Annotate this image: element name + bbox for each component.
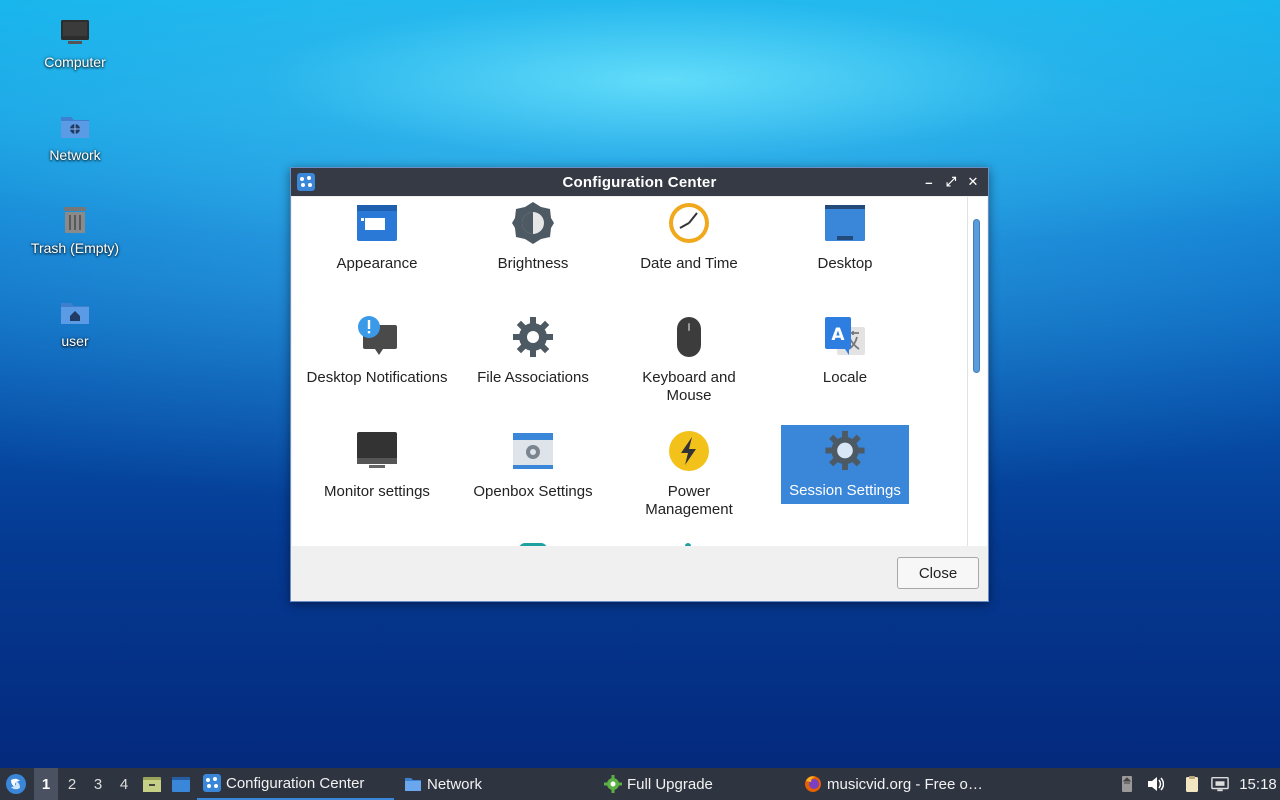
upgrade-gear-icon [604, 775, 622, 793]
folder-icon [405, 778, 421, 791]
openbox-settings-icon [513, 433, 553, 469]
locale-icon: A [825, 317, 865, 355]
show-desktop-icon [172, 777, 190, 792]
item-label: Monitor settings [324, 483, 430, 500]
usb-drive-icon [1122, 776, 1132, 792]
task-firefox[interactable]: musicvid.org - Free o… [798, 768, 998, 800]
desktop-icon-user[interactable]: user [22, 295, 128, 349]
svg-text:A: A [831, 325, 845, 345]
workspace-1[interactable]: 1 [34, 768, 58, 800]
item-label: Desktop Notifications [306, 369, 448, 386]
item-brightness[interactable]: Brightness [469, 201, 597, 277]
item-label: Date and Time [640, 255, 738, 272]
session-gear-icon [825, 430, 865, 471]
mouse-icon [677, 317, 701, 357]
network-status-icon [1211, 776, 1229, 792]
item-label: Openbox Settings [473, 483, 593, 500]
item-label: Locale [822, 369, 868, 386]
item-label: Session Settings [789, 482, 901, 499]
item-label: Brightness [497, 255, 569, 272]
settings-grid: Appearance Brightness Date and Time Desk… [292, 197, 967, 546]
task-network[interactable]: Network [398, 768, 594, 800]
computer-icon [61, 20, 89, 44]
item-appearance[interactable]: Appearance [313, 201, 441, 277]
desktop-icon-label: Trash (Empty) [30, 240, 120, 256]
monitor-icon [357, 432, 397, 468]
start-menu-button[interactable] [4, 768, 28, 800]
window-title: Configuration Center [562, 173, 717, 191]
item-file-associations[interactable]: File Associations [469, 315, 597, 391]
task-configuration-center[interactable]: Configuration Center [197, 768, 394, 800]
scrollbar-thumb[interactable] [973, 219, 980, 373]
task-label: musicvid.org - Free o… [827, 775, 983, 793]
task-label: Full Upgrade [627, 775, 713, 793]
quicklaunch-show-desktop[interactable] [170, 768, 192, 800]
item-monitor-settings[interactable]: Monitor settings [313, 429, 441, 505]
desktop-icon-label: user [61, 333, 89, 349]
clipboard-icon [1186, 776, 1198, 792]
task-label: Network [427, 775, 483, 793]
configuration-center-app-icon [297, 173, 315, 191]
tray-removable-media[interactable] [1117, 768, 1137, 800]
network-folder-icon [61, 117, 89, 138]
desktop-icon-label: Computer [44, 54, 106, 70]
item-locale[interactable]: A Locale [781, 315, 909, 391]
item-desktop[interactable]: Desktop [781, 201, 909, 277]
clock[interactable]: 15:18 [1238, 768, 1278, 800]
item-label: Desktop [817, 255, 873, 272]
maximize-button[interactable]: ⤢ [942, 172, 960, 192]
configuration-center-task-icon [203, 774, 221, 792]
workspace-3[interactable]: 3 [86, 768, 110, 800]
desktop-icon-trash[interactable]: Trash (Empty) [22, 202, 128, 256]
workspace-4[interactable]: 4 [112, 768, 136, 800]
home-folder-icon [61, 303, 89, 324]
minimize-button[interactable]: – [920, 172, 938, 192]
close-button[interactable]: Close [897, 557, 979, 589]
workspace-2[interactable]: 2 [60, 768, 84, 800]
item-power-management[interactable]: Power Management [625, 429, 753, 523]
gear-icon [513, 317, 553, 357]
item-session-settings[interactable]: Session Settings [781, 425, 909, 504]
dialog-footer: Close [292, 546, 987, 601]
appearance-icon [357, 205, 397, 241]
task-full-upgrade[interactable]: Full Upgrade [598, 768, 794, 800]
item-keyboard-and-mouse[interactable]: Keyboard and Mouse [625, 315, 753, 409]
item-label: File Associations [477, 369, 589, 386]
desktop-icon-network[interactable]: Network [22, 109, 128, 163]
item-openbox-settings[interactable]: Openbox Settings [469, 429, 597, 505]
quicklaunch-file-manager[interactable] [141, 768, 163, 800]
lxqt-menu-icon [6, 774, 26, 794]
tray-volume[interactable] [1145, 768, 1165, 800]
item-label: Power Management [645, 483, 733, 518]
brightness-icon [512, 202, 554, 244]
notification-icon [358, 316, 397, 355]
volume-icon [1148, 777, 1164, 791]
firefox-icon [805, 776, 821, 792]
desktop-icon [825, 205, 865, 241]
desktop-icon-label: Network [49, 147, 101, 163]
desktop-icon-computer[interactable]: Computer [22, 16, 128, 70]
tray-network[interactable] [1209, 768, 1231, 800]
vertical-scrollbar[interactable] [967, 197, 987, 546]
task-label: Configuration Center [226, 774, 365, 792]
window-titlebar[interactable]: Configuration Center – ⤢ ✕ [291, 168, 988, 196]
item-label: Appearance [336, 255, 418, 272]
power-icon [669, 431, 709, 471]
item-date-and-time[interactable]: Date and Time [625, 201, 753, 277]
close-window-button[interactable]: ✕ [964, 172, 982, 192]
clock-icon [669, 203, 709, 243]
trash-icon [64, 207, 86, 233]
tray-clipboard[interactable] [1182, 768, 1202, 800]
item-desktop-notifications[interactable]: Desktop Notifications [299, 315, 455, 391]
file-manager-icon [143, 777, 161, 792]
configuration-center-window: Configuration Center – ⤢ ✕ Appearance Br… [290, 167, 989, 602]
taskbar: 1 2 3 4 Configuration Center Network Ful… [0, 768, 1280, 800]
item-label: Keyboard and Mouse [642, 369, 736, 404]
